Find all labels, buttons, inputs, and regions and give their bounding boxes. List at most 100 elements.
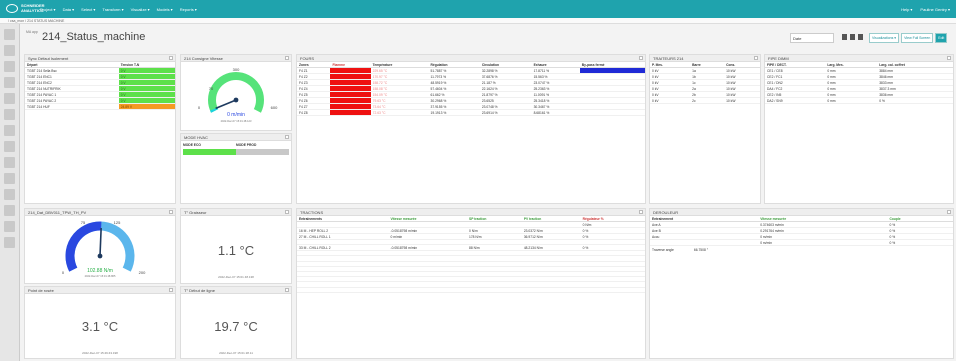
pencil-icon[interactable]: [4, 141, 15, 152]
regulation-cell: 19.1913 %: [428, 109, 480, 116]
expand-icon[interactable]: [754, 56, 758, 60]
user-icon[interactable]: [4, 205, 15, 216]
exhaure-cell: 8.68161 %: [531, 109, 580, 116]
grid-icon[interactable]: [858, 34, 863, 40]
gauge-needle: [99, 227, 102, 257]
expand-icon[interactable]: [169, 210, 173, 214]
panel-title: Point de rosée: [28, 288, 54, 293]
table-cell: 0 mm: [825, 97, 878, 104]
tick-label: 600: [271, 105, 278, 110]
hvac-panel: MODE HVAC MODE ECO MODE PROD: [180, 133, 292, 204]
visualizations-button[interactable]: Visualizations ▾: [869, 33, 900, 43]
expand-icon[interactable]: [947, 56, 951, 60]
zone-cell: F4 Z8: [297, 109, 331, 116]
debut-value: 19.7 °C: [214, 319, 258, 334]
pin-icon[interactable]: [850, 34, 855, 40]
expand-icon[interactable]: [639, 210, 643, 214]
user-menu[interactable]: Pauline Gentry ▾: [920, 7, 950, 12]
edit-button[interactable]: Edit: [935, 33, 948, 43]
panel-title: MODE HVAC: [184, 135, 208, 140]
gauge-timestamp: 2022-Dec-07 15:01 48.123: [221, 119, 252, 123]
ruler-icon[interactable]: [4, 173, 15, 184]
rosee-value: 3.1 °C: [81, 319, 119, 334]
expand-icon[interactable]: [285, 135, 289, 139]
nav-item[interactable]: Data ▾: [63, 7, 75, 12]
gauge-hub: [233, 97, 239, 103]
nav-item[interactable]: Project ▾: [40, 7, 56, 12]
expand-icon[interactable]: [285, 56, 289, 60]
home-icon[interactable]: [4, 29, 15, 40]
upload-icon[interactable]: [4, 93, 15, 104]
flame-cell: [330, 109, 371, 116]
tick-label: 75: [81, 220, 86, 225]
link-icon[interactable]: [4, 189, 15, 200]
panel-title: FIPE DIMM: [768, 56, 789, 61]
list-icon[interactable]: [4, 109, 15, 120]
date-input[interactable]: Date: [790, 33, 834, 43]
nav-item[interactable]: Models ▾: [157, 7, 173, 12]
save-icon[interactable]: [842, 34, 847, 40]
table-cell: 0 %: [877, 97, 953, 104]
tension-cell: 24.89 V: [118, 103, 175, 110]
tension-gauge: 75 125 0 200 102.88 N/m2022-Dec-07 15:01 48.…: [62, 220, 146, 278]
chart-icon[interactable]: [4, 45, 15, 56]
gauge-fill: [65, 221, 102, 272]
expand-icon[interactable]: [285, 288, 289, 292]
panel-title: TRACTIONS: [300, 210, 324, 215]
expand-icon[interactable]: [169, 288, 173, 292]
fullscreen-button[interactable]: View Full Screen: [901, 33, 934, 43]
expand-icon[interactable]: [947, 210, 951, 214]
table-row: 0 kV 2c 10 kW: [650, 97, 760, 104]
traiteurs-table: P. Mes. Barre Cons. 0 kV 1a 10 kW 0 kV 1b 10 kW 0…: [650, 62, 760, 104]
gear-icon[interactable]: [4, 221, 15, 232]
nav-item[interactable]: Transform ▾: [102, 7, 123, 12]
hvac-eco-label: MODE ECO: [183, 143, 201, 147]
table-cell: [467, 287, 522, 293]
graisseur-value: 1.1 °C: [217, 243, 255, 258]
table-cell: 0 %: [887, 239, 953, 246]
tractions-panel: TRACTIONS Entraînements Vitesse mesurée SP…: [296, 208, 646, 359]
page-subtitle: MA app: [26, 30, 38, 34]
table-cell: 0 m/min: [758, 239, 888, 246]
nav-item[interactable]: Visualize ▾: [131, 7, 150, 12]
hvac-prod-status: [236, 149, 289, 155]
derouleur-panel: DEROULEUR Entraînement Vitesse mesurée Cou…: [649, 208, 954, 359]
code-icon[interactable]: [4, 125, 15, 136]
rosee-timestamp: 2022-Dec-07 15:49:43.198: [82, 351, 118, 355]
expand-icon[interactable]: [639, 56, 643, 60]
panel-title: T° Graisseur: [184, 210, 207, 215]
table-cell: DA2 / SN9: [765, 97, 826, 104]
expand-icon[interactable]: [169, 56, 173, 60]
image-icon[interactable]: [4, 157, 15, 168]
table-row: TGBT 214 HUF 24.89 V: [25, 103, 175, 110]
tick-label: 300: [233, 67, 240, 72]
gauge-value: 102.88 N/m: [87, 268, 113, 274]
vitesse-panel: 214 Consigne Vitesse 300 70 0 600 0 m/min 202…: [180, 54, 292, 131]
tick-label: 125: [114, 220, 121, 225]
circulation-cell: 23.6914 %: [479, 109, 532, 116]
app-logo[interactable]: SCHNEIDER ANALYTICS: [6, 3, 45, 13]
fours-panel: FOURS Zones Flamme Température Régulation Ci…: [296, 54, 646, 204]
gauge-track: [208, 72, 264, 113]
breadcrumb[interactable]: / csa_mon / 214 STATUS MACHINE: [0, 18, 956, 24]
panel-title: FOURS: [300, 56, 314, 61]
tick-label: 200: [139, 270, 146, 275]
nav-item[interactable]: Reports ▾: [180, 7, 197, 12]
table-cell: 0 kV: [650, 97, 691, 104]
table-icon[interactable]: [4, 61, 15, 72]
expand-icon[interactable]: [285, 210, 289, 214]
graisseur-panel: T° Graisseur 1.1 °C 2022-Dec-07 15:01 48…: [180, 208, 292, 284]
derouleur-table: Entraînement Vitesse mesurée Couple Axe A 0.…: [650, 216, 953, 246]
tick-label: 0: [198, 105, 201, 110]
gauge-hub: [97, 253, 103, 259]
refresh-icon[interactable]: [4, 237, 15, 248]
fours-table: Zones Flamme Température Régulation Circulat…: [297, 62, 645, 116]
table-cell: 10 kW: [724, 97, 760, 104]
nav-item[interactable]: Select ▾: [81, 7, 95, 12]
tick-label: 0: [62, 270, 65, 275]
filter-icon[interactable]: [4, 77, 15, 88]
table-row: 0 m/min 0 %: [650, 239, 953, 246]
help-menu[interactable]: Help ▾: [901, 7, 912, 12]
table-cell: 2c: [690, 97, 725, 104]
top-navbar: SCHNEIDER ANALYTICS Project ▾ Data ▾ Selec…: [0, 0, 956, 18]
